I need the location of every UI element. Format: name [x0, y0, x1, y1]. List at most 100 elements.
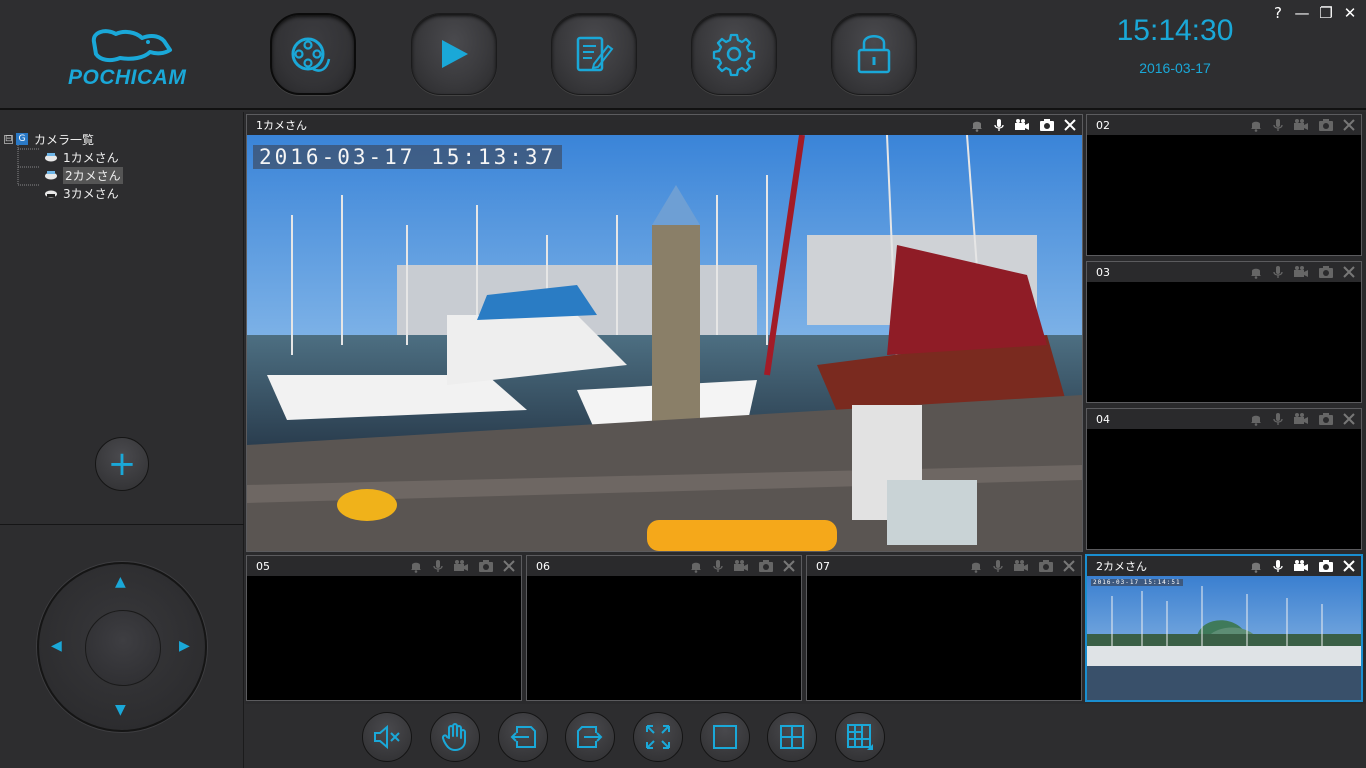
hand-icon	[441, 723, 466, 751]
close-icon[interactable]	[1343, 119, 1355, 131]
snapshot-camera-icon[interactable]	[1318, 118, 1334, 132]
video-record-icon[interactable]	[1293, 412, 1309, 426]
microphone-icon[interactable]	[993, 118, 1005, 132]
video-tile-04[interactable]: 04	[1086, 408, 1362, 550]
logo-text: POCHICAM	[68, 66, 187, 89]
tile-title: 1カメさん	[256, 119, 307, 132]
lock-button[interactable]	[831, 13, 917, 95]
snapshot-camera-icon[interactable]	[1318, 559, 1334, 573]
bell-icon[interactable]	[970, 118, 984, 132]
video-tile-main[interactable]: 1カメさん 2016-03-17 15:13:37	[246, 114, 1083, 552]
divider	[0, 524, 244, 525]
snapshot-camera-icon[interactable]	[478, 559, 494, 573]
video-tile-07[interactable]: 07	[806, 555, 1082, 701]
tile-title: 03	[1096, 265, 1110, 279]
close-icon[interactable]	[1343, 560, 1355, 572]
bottom-toolbar	[245, 704, 1366, 768]
tile-toolbar	[1249, 118, 1355, 132]
group-icon: G	[16, 133, 28, 145]
fullscreen-button[interactable]	[633, 712, 683, 762]
add-camera-button[interactable]: +	[95, 437, 149, 491]
snapshot-camera-icon[interactable]	[1318, 265, 1334, 279]
ptz-down-arrow-icon[interactable]: ▼	[115, 702, 126, 718]
video-record-icon[interactable]	[733, 559, 749, 573]
previous-page-button[interactable]	[498, 712, 548, 762]
settings-button[interactable]	[691, 13, 777, 95]
ptz-hand-button[interactable]	[430, 712, 480, 762]
minimize-icon[interactable]: —	[1294, 4, 1310, 22]
close-icon[interactable]	[503, 560, 515, 572]
tile-header: 2カメさん	[1087, 556, 1361, 576]
next-page-button[interactable]	[565, 712, 615, 762]
ptz-center-button[interactable]	[85, 610, 161, 686]
tree-root[interactable]: ⊟ G カメラ一覧	[4, 130, 123, 148]
close-icon[interactable]	[1063, 560, 1075, 572]
restore-icon[interactable]: ❐	[1318, 4, 1334, 22]
app-window: POCHICAM 15:14:30 2016-03-17 ? — ❐ ✕ ⊟ G…	[0, 0, 1366, 768]
single-layout-button[interactable]	[700, 712, 750, 762]
bell-icon[interactable]	[409, 559, 423, 573]
top-bar: POCHICAM 15:14:30 2016-03-17 ? — ❐ ✕	[0, 0, 1366, 110]
snapshot-camera-icon[interactable]	[1039, 118, 1055, 132]
snapshot-camera-icon[interactable]	[1038, 559, 1054, 573]
video-tile-02[interactable]: 02	[1086, 114, 1362, 256]
bell-icon[interactable]	[1249, 265, 1263, 279]
video-tile-camera-2[interactable]: 2カメさん 2016-03-17 15:14:51	[1085, 554, 1363, 702]
video-record-icon[interactable]	[453, 559, 469, 573]
camera-tree: ⊟ G カメラ一覧 1カメさん 2カメさん 3カメさん	[4, 130, 123, 202]
single-view-icon	[713, 725, 737, 749]
video-tile-03[interactable]: 03	[1086, 261, 1362, 403]
snapshot-camera-icon[interactable]	[758, 559, 774, 573]
video-record-icon[interactable]	[1293, 265, 1309, 279]
microphone-icon[interactable]	[1272, 265, 1284, 279]
bell-icon[interactable]	[969, 559, 983, 573]
microphone-icon[interactable]	[1272, 559, 1284, 573]
close-icon[interactable]	[783, 560, 795, 572]
speaker-mute-icon	[374, 724, 400, 750]
help-icon[interactable]: ?	[1270, 4, 1286, 22]
live-view-button[interactable]	[270, 13, 356, 95]
collapse-toggle-icon[interactable]: ⊟	[4, 134, 13, 144]
bell-icon[interactable]	[689, 559, 703, 573]
close-icon[interactable]	[1343, 266, 1355, 278]
ptz-left-arrow-icon[interactable]: ◀	[51, 638, 62, 654]
microphone-icon[interactable]	[1272, 412, 1284, 426]
bell-icon[interactable]	[1249, 412, 1263, 426]
empty-video-feed	[1087, 429, 1361, 549]
tile-toolbar	[1249, 265, 1355, 279]
microphone-icon[interactable]	[712, 559, 724, 573]
tree-item-camera-2[interactable]: 2カメさん	[4, 166, 123, 184]
video-record-icon[interactable]	[1293, 559, 1309, 573]
close-icon[interactable]: ✕	[1342, 4, 1358, 22]
snapshot-camera-icon[interactable]	[1318, 412, 1334, 426]
tree-item-camera-3[interactable]: 3カメさん	[4, 184, 123, 202]
tile-title: 06	[536, 559, 550, 573]
video-tile-06[interactable]: 06	[526, 555, 802, 701]
video-record-icon[interactable]	[1293, 118, 1309, 132]
bell-icon[interactable]	[1249, 118, 1263, 132]
playback-button[interactable]	[411, 13, 497, 95]
quad-layout-button[interactable]	[767, 712, 817, 762]
microphone-icon[interactable]	[992, 559, 1004, 573]
tile-title: 2カメさん	[1096, 560, 1147, 573]
log-button[interactable]	[551, 13, 637, 95]
video-feed-harbor: 2016-03-17 15:14:51	[1087, 576, 1361, 700]
tree-item-camera-1[interactable]: 1カメさん	[4, 148, 123, 166]
video-tile-05[interactable]: 05	[246, 555, 522, 701]
close-icon[interactable]	[1343, 413, 1355, 425]
empty-video-feed	[1087, 135, 1361, 255]
ptz-up-arrow-icon[interactable]: ▲	[115, 574, 126, 590]
video-record-icon[interactable]	[1013, 559, 1029, 573]
microphone-icon[interactable]	[1272, 118, 1284, 132]
mute-button[interactable]	[362, 712, 412, 762]
microphone-icon[interactable]	[432, 559, 444, 573]
quad-view-icon	[780, 725, 804, 749]
ptz-right-arrow-icon[interactable]: ▶	[179, 638, 190, 654]
multi-layout-button[interactable]	[835, 712, 885, 762]
tile-header: 02	[1087, 115, 1361, 135]
close-icon[interactable]	[1064, 119, 1076, 131]
date: 2016-03-17	[1139, 60, 1211, 76]
bell-icon[interactable]	[1249, 559, 1263, 573]
camera-icon	[45, 153, 57, 162]
video-record-icon[interactable]	[1014, 118, 1030, 132]
